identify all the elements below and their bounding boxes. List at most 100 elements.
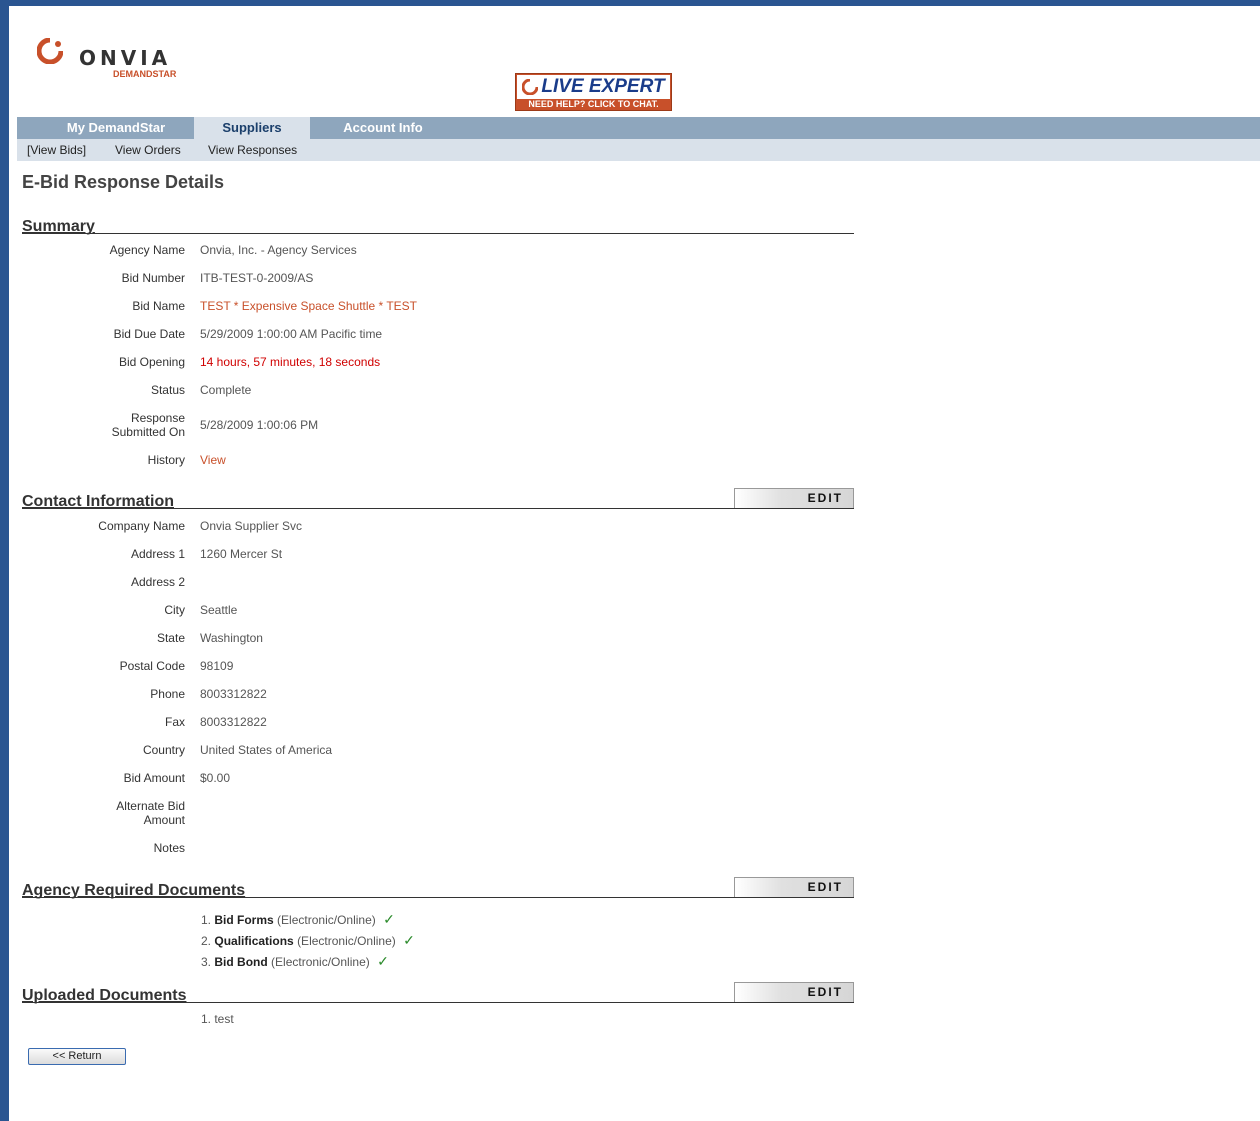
contact-row: Fax 8003312822	[9, 715, 909, 731]
uploaded-docs-header: Uploaded Documents EDIT	[22, 980, 854, 1004]
doc-number: 3.	[201, 955, 212, 969]
live-expert-subtitle: NEED HELP? CLICK TO CHAT.	[528, 99, 659, 109]
sub-nav: [View Bids] View Orders View Responses	[17, 139, 1260, 161]
contact-header: Contact Information EDIT	[22, 486, 854, 510]
field-label: Alternate Bid Amount	[116, 799, 185, 827]
live-expert-title: LIVE EXPERT	[541, 76, 665, 97]
summary-header: Summary	[22, 211, 854, 235]
field-label: History	[147, 453, 185, 467]
contact-row: Postal Code 98109	[9, 659, 909, 675]
doc-number: 2.	[201, 934, 212, 948]
main-nav: My DemandStar Suppliers Account Info	[17, 117, 1260, 139]
bid-opening-countdown: 14 hours, 57 minutes, 18 seconds	[200, 355, 381, 369]
page-frame: ONVIA DEMANDSTAR LIVE EXPERT NEED HELP? …	[9, 6, 1260, 1121]
field-label: Bid Name	[132, 299, 185, 313]
field-value: 98109	[200, 659, 234, 673]
doc-name: Bid Bond	[214, 955, 268, 969]
doc-name: Bid Forms	[214, 913, 274, 927]
field-label: Postal Code	[119, 659, 185, 673]
field-value: Seattle	[200, 603, 238, 617]
field-value: Onvia, Inc. - Agency Services	[200, 243, 357, 257]
subnav-view-orders[interactable]: View Orders	[115, 143, 181, 157]
summary-row: Agency Name Onvia, Inc. - Agency Service…	[9, 243, 909, 259]
field-label: Status	[150, 383, 185, 397]
field-label: Company Name	[98, 519, 185, 533]
field-label: Notes	[153, 841, 185, 855]
field-value: 5/28/2009 1:00:06 PM	[200, 418, 319, 432]
summary-row: Bid Opening 14 hours, 57 minutes, 18 sec…	[9, 355, 909, 371]
field-value: $0.00	[200, 771, 231, 785]
contact-row: State Washington	[9, 631, 909, 647]
contact-edit-button[interactable]: EDIT	[734, 488, 854, 508]
field-label: Bid Due Date	[113, 327, 185, 341]
doc-type: (Electronic/Online)	[297, 934, 396, 948]
field-label: Address 2	[130, 575, 185, 589]
check-icon: ✓	[377, 953, 389, 969]
field-label: Address 1	[130, 547, 185, 561]
bid-name-link[interactable]: TEST * Expensive Space Shuttle * TEST	[200, 299, 417, 313]
status-value: Complete	[200, 383, 252, 397]
agency-doc-item: 1. Bid Forms (Electronic/Online) ✓	[201, 911, 395, 928]
chat-swirl-icon	[522, 79, 539, 95]
field-label: City	[164, 603, 185, 617]
subnav-view-bids[interactable]: [View Bids]	[27, 143, 86, 157]
contact-row: Alternate Bid Amount	[9, 799, 909, 827]
summary-row: Bid Due Date 5/29/2009 1:00:00 AM Pacifi…	[9, 327, 909, 343]
tab-my-demandstar[interactable]: My DemandStar	[17, 117, 215, 139]
tab-suppliers[interactable]: Suppliers	[194, 117, 310, 139]
field-label: Bid Amount	[123, 771, 185, 785]
contact-row: Phone 8003312822	[9, 687, 909, 703]
return-button[interactable]: << Return	[28, 1048, 126, 1065]
header: ONVIA DEMANDSTAR LIVE EXPERT NEED HELP? …	[9, 6, 1260, 117]
summary-row: Status Complete	[9, 383, 909, 399]
summary-row: History View	[9, 453, 909, 469]
field-label: State	[156, 631, 185, 645]
agency-docs-header: Agency Required Documents EDIT	[22, 875, 854, 899]
field-value: United States of America	[200, 743, 333, 757]
check-icon: ✓	[403, 932, 415, 948]
logo-subtitle: DEMANDSTAR	[113, 69, 177, 79]
logo-wordmark: ONVIA	[79, 46, 172, 70]
summary-row: Response Submitted On 5/28/2009 1:00:06 …	[9, 411, 909, 439]
doc-type: (Electronic/Online)	[271, 955, 370, 969]
contact-title: Contact Information	[22, 493, 174, 510]
page-title: E-Bid Response Details	[22, 172, 225, 192]
field-value: 5/29/2009 1:00:00 AM Pacific time	[200, 327, 383, 341]
check-icon: ✓	[383, 911, 395, 927]
contact-row: Address 1 1260 Mercer St	[9, 547, 909, 563]
contact-row: Address 2	[9, 575, 909, 591]
field-label: Country	[142, 743, 185, 757]
summary-row: Bid Number ITB-TEST-0-2009/AS	[9, 271, 909, 287]
field-label: Response Submitted On	[111, 411, 185, 439]
live-expert-banner[interactable]: LIVE EXPERT NEED HELP? CLICK TO CHAT.	[515, 73, 672, 111]
field-value: 8003312822	[200, 715, 267, 729]
summary-row: Bid Name TEST * Expensive Space Shuttle …	[9, 299, 909, 315]
doc-name: Qualifications	[214, 934, 294, 948]
field-label: Phone	[150, 687, 185, 701]
agency-docs-title: Agency Required Documents	[22, 882, 246, 899]
history-view-link[interactable]: View	[200, 453, 226, 467]
field-value: ITB-TEST-0-2009/AS	[200, 271, 314, 285]
subnav-view-responses[interactable]: View Responses	[208, 143, 297, 157]
field-value: 1260 Mercer St	[200, 547, 283, 561]
tab-account-info[interactable]: Account Info	[317, 117, 449, 139]
doc-number: 1.	[201, 913, 212, 927]
summary-title: Summary	[22, 218, 95, 235]
uploaded-doc-item[interactable]: 1. test	[201, 1012, 234, 1026]
contact-row: City Seattle	[9, 603, 909, 619]
contact-row: Company Name Onvia Supplier Svc	[9, 519, 909, 535]
field-label: Bid Number	[121, 271, 185, 285]
agency-docs-edit-button[interactable]: EDIT	[734, 877, 854, 897]
contact-row: Country United States of America	[9, 743, 909, 759]
field-label: Bid Opening	[118, 355, 185, 369]
contact-row: Notes	[9, 841, 909, 857]
agency-doc-item: 2. Qualifications (Electronic/Online) ✓	[201, 932, 415, 949]
contact-row: Bid Amount $0.00	[9, 771, 909, 787]
uploaded-docs-title: Uploaded Documents	[22, 987, 187, 1004]
field-value: Washington	[200, 631, 263, 645]
field-label: Fax	[164, 715, 185, 729]
field-value: Onvia Supplier Svc	[200, 519, 303, 533]
onvia-ring-icon	[37, 38, 63, 64]
uploaded-docs-edit-button[interactable]: EDIT	[734, 982, 854, 1002]
field-label: Agency Name	[109, 243, 185, 257]
